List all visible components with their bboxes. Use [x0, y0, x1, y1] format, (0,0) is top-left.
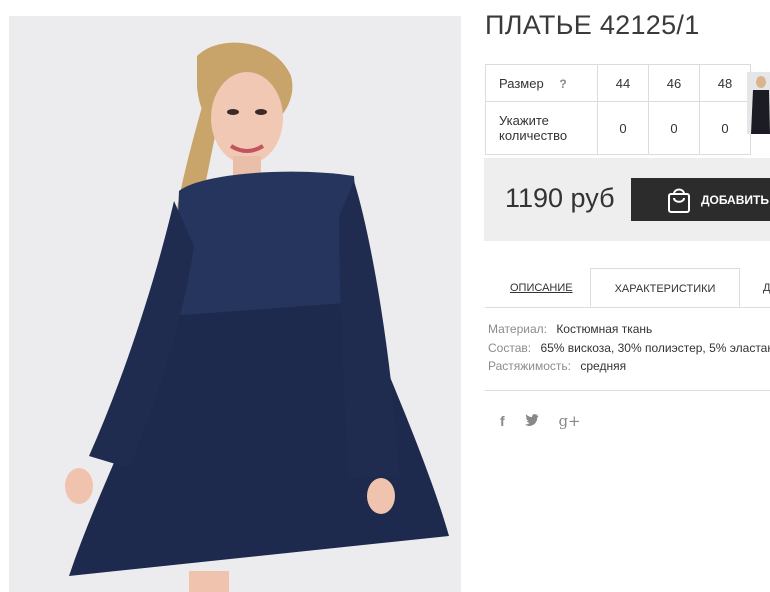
product-tabs: ОПИСАНИЕ ХАРАКТЕРИСТИКИ Д	[485, 268, 770, 308]
quantity-input-46[interactable]: 0	[648, 101, 700, 155]
spec-value: 65% вискоза, 30% полиэстер, 5% эластан	[540, 340, 770, 355]
quantity-label-cell: Укажите количество	[485, 101, 598, 155]
quantity-label-line1: Укажите	[499, 113, 549, 128]
size-row: Размер ? 44 46 48	[485, 64, 751, 102]
divider	[485, 390, 770, 391]
tab-third[interactable]: Д	[763, 268, 770, 307]
quantity-input-44[interactable]: 0	[597, 101, 649, 155]
twitter-bird-icon[interactable]	[524, 413, 539, 429]
social-share: f g+	[500, 412, 597, 430]
spec-row-composition: Состав: 65% вискоза, 30% полиэстер, 5% э…	[488, 341, 770, 360]
spec-row-material: Материал: Костюмная ткань	[488, 322, 770, 341]
facebook-icon[interactable]: f	[500, 413, 505, 429]
price-box: 1190 руб ДОБАВИТЬ В	[484, 158, 770, 241]
tab-description[interactable]: ОПИСАНИЕ	[510, 268, 573, 307]
specs-list: Материал: Костюмная ткань Состав: 65% ви…	[488, 322, 770, 378]
size-48[interactable]: 48	[699, 64, 751, 102]
shopping-bag-icon	[667, 186, 691, 214]
size-label: Размер	[499, 75, 544, 91]
help-icon[interactable]: ?	[559, 77, 566, 91]
spec-key: Материал:	[488, 322, 547, 336]
spec-key: Растяжимость:	[488, 359, 572, 373]
price: 1190 руб	[505, 183, 615, 213]
tab-characteristics[interactable]: ХАРАКТЕРИСТИКИ	[590, 268, 740, 307]
size-label-cell: Размер ?	[485, 64, 598, 102]
quantity-label-line2: количество	[499, 128, 568, 143]
size-44[interactable]: 44	[597, 64, 649, 102]
spec-row-stretch: Растяжимость: средняя	[488, 359, 770, 378]
quantity-input-48[interactable]: 0	[699, 101, 751, 155]
googleplus-icon[interactable]: g+	[558, 412, 580, 430]
product-photo[interactable]	[9, 16, 461, 592]
add-to-cart-button[interactable]: ДОБАВИТЬ В	[631, 178, 770, 221]
size-table: Размер ? 44 46 48 Укажите количество 0 0…	[485, 64, 751, 155]
size-46[interactable]: 46	[648, 64, 700, 102]
spec-key: Состав:	[488, 340, 532, 355]
product-thumbnail[interactable]	[747, 72, 770, 134]
spec-value: Костюмная ткань	[556, 322, 653, 336]
quantity-row: Укажите количество 0 0 0	[485, 101, 751, 155]
add-to-cart-label: ДОБАВИТЬ В	[701, 192, 770, 207]
spec-value: средняя	[580, 359, 627, 373]
product-title: ПЛАТЬЕ 42125/1	[485, 10, 700, 40]
